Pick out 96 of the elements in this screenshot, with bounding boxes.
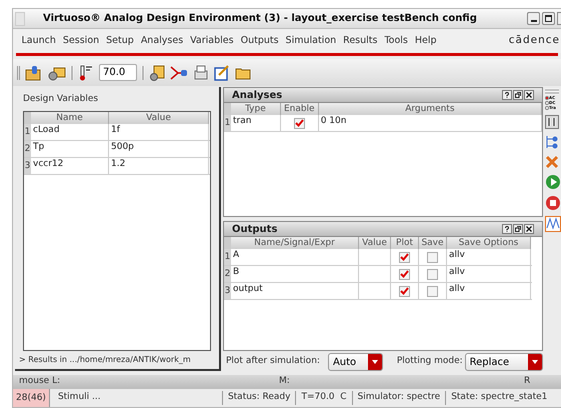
column-header[interactable]: Value [359,237,391,249]
dropdown[interactable]: Replace [464,353,543,371]
panel-title: Analyses [232,88,284,102]
float-icon[interactable] [513,90,523,100]
table-cell: allv [447,249,531,265]
temperature-field[interactable]: 70.0 [99,64,137,81]
toolbar-separator-icon [71,66,73,80]
table-cell: allv [447,266,531,282]
temperature-status: T=70.0 C [296,391,353,405]
table-cell: A [231,249,359,265]
mouse-right-label: R [524,375,530,388]
menu-item[interactable]: Session [59,34,103,48]
line-count: 28(46) [13,389,50,407]
column-header[interactable]: Enable [280,103,319,115]
run-icon[interactable] [545,174,561,190]
column-header[interactable]: Save Options [447,237,531,249]
table-cell: output [231,283,359,299]
checkbox[interactable] [427,268,438,280]
checkbox[interactable] [399,286,410,296]
table-cell: Tp [31,140,109,156]
state-status: State: spectre_state1 [450,391,548,404]
minimize-button[interactable] [527,12,540,25]
help-icon[interactable] [502,90,512,100]
toolbar-separator-icon [142,66,144,80]
menu-item[interactable]: Outputs [237,34,282,48]
thermometer-icon [78,64,94,80]
menu-item[interactable]: Results [340,34,381,48]
printer-icon[interactable] [193,64,209,80]
checkbox[interactable] [427,286,438,296]
window-title: Virtuoso® Analog Design Environment (3) - layout_exercise testBench config [43,12,477,26]
menu-item[interactable]: Analyses [137,34,187,48]
results-path: > Results in .../home/mreza/ANTIK/work_m [19,355,191,365]
table-cell: 0 10n [318,115,542,131]
status-message: Stimuli ... [50,391,223,405]
table-corner [24,112,31,124]
panel-title: Design Variables [23,93,100,106]
menu-item[interactable]: Tools [380,34,412,48]
menu-item[interactable]: Launch [18,34,60,48]
radio-button[interactable] [545,100,549,104]
logo: cādence [508,33,560,48]
float-icon[interactable] [513,224,523,234]
table-corner [224,103,231,115]
toolbar-grip-icon [17,66,20,80]
panel-title: Outputs [232,222,278,236]
column-header[interactable]: Type [230,103,281,115]
row-number: 3 [24,158,31,174]
plotting-mode-label: Plotting mode: [396,355,463,368]
menu-item[interactable]: Variables [186,34,238,48]
waveform-icon[interactable] [545,216,561,232]
mouse-middle-label: M: [279,375,291,388]
table-cell: tran [230,115,281,131]
hierarchy-icon[interactable] [545,134,559,150]
edit-icon[interactable] [214,64,230,80]
table-cell: 1f [109,124,209,140]
menu-item[interactable]: Simulation [282,34,340,48]
radio-button[interactable] [545,96,549,100]
row-number: 1 [24,124,31,140]
table-cell: 500p [109,140,209,156]
close-icon[interactable] [524,224,534,234]
simulator-status: Simulator: spectre [352,391,446,405]
column-header[interactable]: Name/Signal/Expr [231,237,359,249]
column-header[interactable]: Name [31,112,109,124]
menu-item[interactable]: Help [411,34,440,48]
app-icon [15,12,25,26]
checkbox[interactable] [427,252,438,262]
table-corner [224,237,231,249]
row-number: 1 [224,249,231,265]
dropdown[interactable]: Auto [328,353,383,371]
maximize-button[interactable] [542,12,555,25]
column-header[interactable]: Arguments [318,103,542,115]
radio-button[interactable] [545,106,549,110]
menu-item[interactable]: Setup [102,34,138,48]
checkbox[interactable] [399,268,410,280]
table-cell: vccr12 [31,158,109,174]
table-cell: 1.2 [109,158,209,174]
help-icon[interactable] [502,224,512,234]
status-text: Status: Ready [222,391,296,405]
table-cell: B [231,266,359,282]
checkbox[interactable] [399,252,410,262]
mouse-left-label: mouse L: [19,375,62,388]
table-cell: allv [447,283,531,299]
delete-icon[interactable] [545,155,559,169]
close-icon[interactable] [524,90,534,100]
row-number: 2 [224,266,231,282]
column-header[interactable]: Value [109,112,209,124]
table-cell: cLoad [31,124,109,140]
folder-icon[interactable] [235,66,251,80]
probe-icon[interactable] [170,64,188,80]
row-number: 1 [224,115,231,131]
plot-after-label: Plot after simulation: [226,355,320,368]
column-header[interactable]: Save [419,237,447,249]
row-number: 2 [24,140,31,156]
row-number: 3 [224,283,231,299]
column-header[interactable]: Plot [391,237,419,249]
stop-icon[interactable] [545,195,561,211]
checkbox[interactable] [294,118,305,128]
